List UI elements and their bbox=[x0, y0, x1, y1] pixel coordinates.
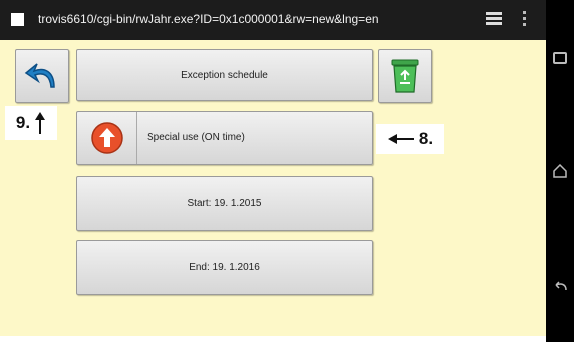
up-arrow-icon bbox=[90, 122, 123, 154]
callout-9: 9. bbox=[5, 106, 57, 140]
special-use-button[interactable]: Special use (ON time) bbox=[76, 111, 373, 165]
menu-stack-icon[interactable] bbox=[486, 12, 502, 26]
exception-schedule-button[interactable]: Exception schedule bbox=[76, 49, 373, 101]
delete-button[interactable] bbox=[378, 49, 432, 103]
browser-address-bar: trovis6610/cgi-bin/rwJahr.exe?ID=0x1c000… bbox=[0, 0, 546, 40]
back-icon[interactable] bbox=[552, 280, 568, 294]
end-date-button[interactable]: End: 19. 1.2016 bbox=[76, 240, 373, 295]
tab-square-icon[interactable] bbox=[11, 13, 24, 26]
callout-9-label: 9. bbox=[15, 113, 31, 132]
up-arrow-icon bbox=[35, 112, 46, 134]
system-nav-bar bbox=[546, 0, 574, 342]
back-arrow-icon bbox=[24, 63, 55, 88]
start-date-button[interactable]: Start: 19. 1.2015 bbox=[76, 176, 373, 231]
home-icon[interactable] bbox=[553, 163, 567, 178]
recents-icon[interactable] bbox=[553, 52, 567, 64]
callout-8-label: 8. bbox=[418, 129, 434, 148]
start-date-label: Start: 19. 1.2015 bbox=[187, 198, 262, 209]
url-text[interactable]: trovis6610/cgi-bin/rwJahr.exe?ID=0x1c000… bbox=[38, 12, 379, 26]
special-use-label: Special use (ON time) bbox=[147, 132, 245, 143]
up-button-area[interactable] bbox=[77, 112, 137, 164]
left-arrow-icon bbox=[387, 134, 414, 144]
exception-schedule-label: Exception schedule bbox=[181, 69, 268, 81]
callout-8: 8. bbox=[376, 124, 444, 154]
back-button[interactable] bbox=[15, 49, 69, 103]
recycle-bin-icon bbox=[391, 59, 419, 93]
end-date-label: End: 19. 1.2016 bbox=[189, 262, 260, 273]
overflow-dots-icon[interactable] bbox=[523, 11, 527, 27]
